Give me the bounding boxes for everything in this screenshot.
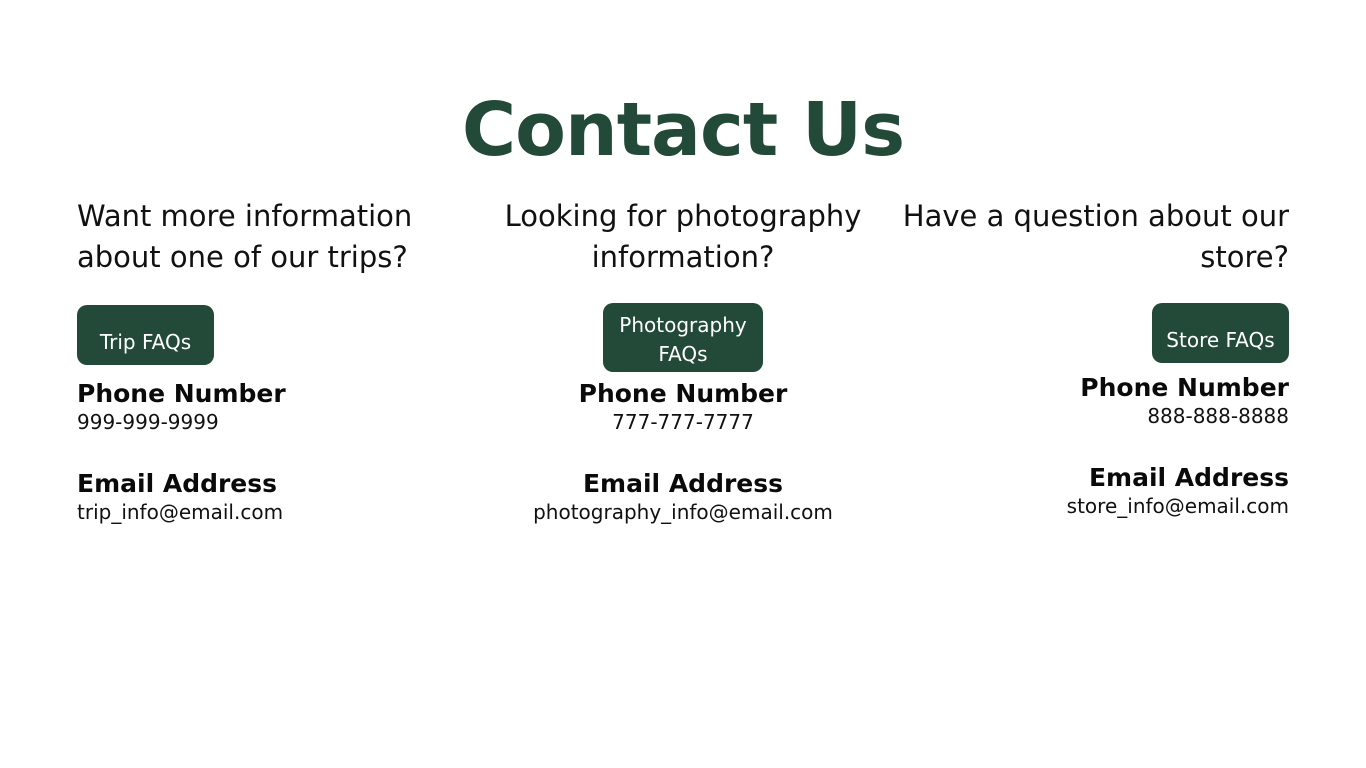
photography-question: Looking for photography information?	[504, 199, 862, 274]
trips-email-address: trip_info@email.com	[77, 500, 284, 524]
photography-phone-number: 777-777-7777	[612, 410, 754, 434]
store-phone-label: Phone Number	[1080, 373, 1289, 402]
photography-button-wrap: Photography FAQs	[483, 303, 883, 375]
trips-phone-label: Phone Number	[77, 379, 286, 408]
trips-phone-number: 999-999-9999	[77, 410, 219, 434]
store-question: Have a question about our store?	[902, 199, 1289, 274]
store-email-address: store_info@email.com	[1066, 494, 1289, 518]
trips-contact-column: Want more information about one of our t…	[77, 196, 477, 525]
trips-email-block: Email Address trip_info@email.com	[77, 469, 477, 525]
store-email-label: Email Address	[1088, 463, 1289, 492]
store-button-wrap: Store FAQs	[889, 303, 1289, 373]
photography-faqs-button[interactable]: Photography FAQs	[603, 303, 763, 372]
photography-phone-label: Phone Number	[578, 379, 788, 408]
trip-faqs-button[interactable]: Trip FAQs	[77, 305, 214, 365]
store-contact-column: Have a question about our store? Store F…	[889, 196, 1289, 519]
photography-phone-block: Phone Number 777-777-7777	[483, 379, 883, 435]
trips-question: Want more information about one of our t…	[77, 199, 413, 274]
trips-phone-block: Phone Number 999-999-9999	[77, 379, 477, 435]
trips-email-label: Email Address	[77, 469, 278, 498]
photography-email-block: Email Address photography_info@email.com	[483, 469, 883, 525]
store-faqs-button[interactable]: Store FAQs	[1152, 303, 1289, 363]
store-phone-block: Phone Number 888-888-8888	[889, 373, 1289, 429]
photography-contact-column: Looking for photography information? Pho…	[483, 196, 883, 525]
store-phone-number: 888-888-8888	[1147, 404, 1289, 428]
photography-email-address: photography_info@email.com	[533, 500, 833, 524]
page-title: Contact Us	[461, 86, 905, 173]
photography-email-label: Email Address	[582, 469, 784, 498]
store-email-block: Email Address store_info@email.com	[889, 463, 1289, 519]
trips-button-wrap: Trip FAQs	[77, 305, 477, 375]
